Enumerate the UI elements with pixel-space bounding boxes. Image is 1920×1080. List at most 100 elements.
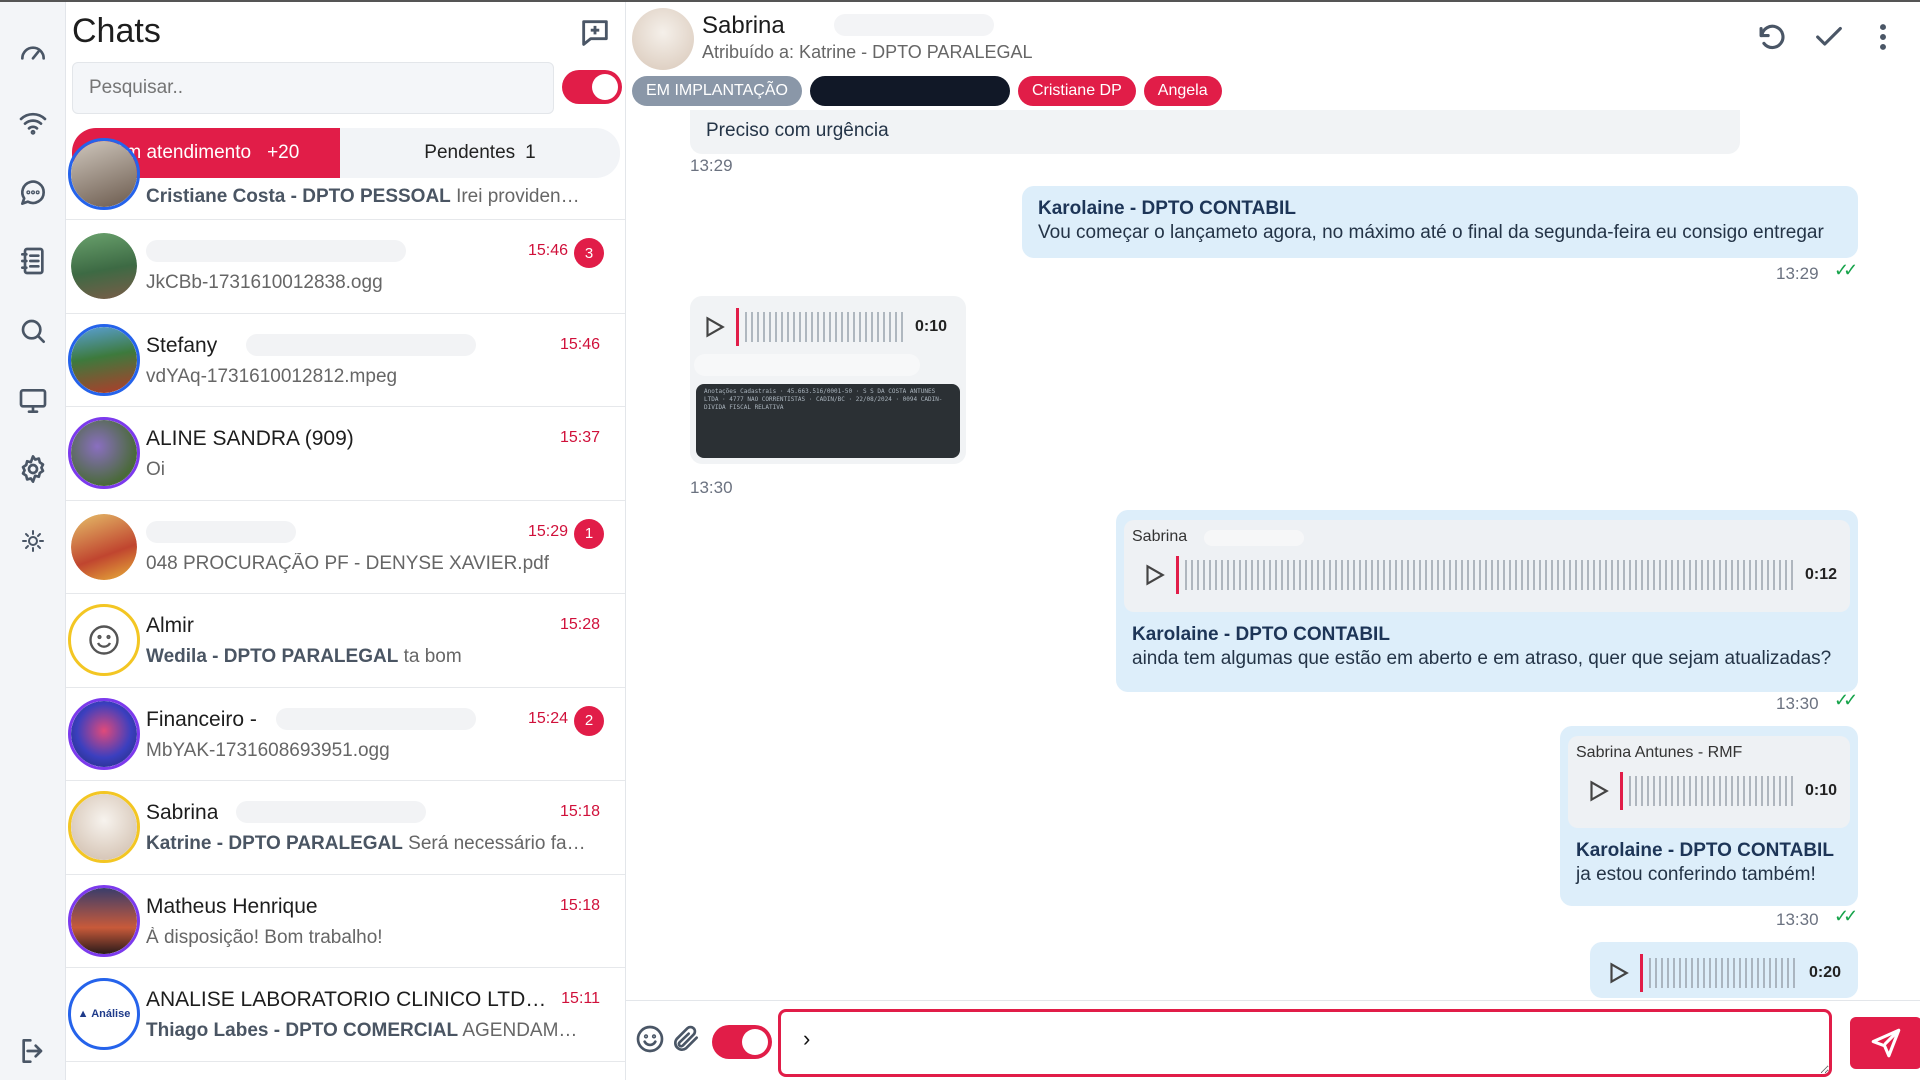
quoted-sender-redacted bbox=[1204, 530, 1304, 546]
chat-list-item[interactable]: Almir Wedila - DPTO PARALEGAL ta bom 15:… bbox=[66, 594, 625, 688]
chat-list-item[interactable]: Sabrina Katrine - DPTO PARALEGAL Será ne… bbox=[66, 781, 625, 875]
message-sender: Karolaine - DPTO CONTABIL bbox=[1132, 624, 1390, 645]
message-sender: Karolaine - DPTO CONTABIL bbox=[1038, 198, 1296, 219]
read-receipt-icon: ✓✓ bbox=[1834, 690, 1858, 710]
chat-list-item[interactable]: 048 PROCURAÇÃO PF - DENYSE XAVIER.pdf 15… bbox=[66, 501, 625, 594]
avatar bbox=[68, 884, 140, 957]
incoming-message: Preciso com urgência bbox=[690, 110, 1740, 154]
tag-cristiane-dp[interactable]: Cristiane DP bbox=[1017, 76, 1136, 106]
play-button[interactable] bbox=[700, 313, 728, 341]
avatar bbox=[68, 697, 140, 770]
attach-button[interactable] bbox=[670, 1023, 710, 1063]
emoji-button[interactable] bbox=[634, 1023, 674, 1063]
chat-time: 15:24 bbox=[527, 709, 568, 727]
audio-scrubber[interactable] bbox=[1176, 556, 1179, 594]
chat-list-item[interactable]: ▲ Análise ANALISE LABORATORIO CLINICO LT… bbox=[66, 968, 625, 1062]
audio-duration: 0:12 bbox=[1805, 566, 1838, 583]
chat-preview: À disposição! Bom trabalho! bbox=[146, 926, 383, 948]
document-image[interactable]: Anotações Cadastrais · 45.663.516/0001-5… bbox=[696, 384, 960, 458]
play-button[interactable] bbox=[1140, 561, 1168, 589]
chat-list-item[interactable]: Matheus Henrique À disposição! Bom traba… bbox=[66, 875, 625, 968]
chat-list-items: Cristiane Costa - DPTO PESSOAL Irei prov… bbox=[66, 138, 625, 1062]
play-icon bbox=[1610, 962, 1629, 984]
message-time: 13:29 bbox=[1776, 264, 1819, 283]
smiley-placeholder-icon bbox=[89, 625, 119, 655]
outgoing-reply-message: Sabrina Antunes - RMF 0:10 Karolaine - D… bbox=[1560, 726, 1858, 906]
message-composer: › bbox=[626, 1000, 1920, 1080]
avatar bbox=[68, 604, 140, 676]
chat-list-title: Chats bbox=[72, 12, 161, 50]
search-icon[interactable] bbox=[14, 312, 52, 350]
chat-preview: Thiago Labes - DPTO COMERCIAL AGENDAMENT… bbox=[146, 1020, 586, 1041]
resolve-button[interactable] bbox=[1812, 20, 1852, 60]
audio-scrubber[interactable] bbox=[1640, 954, 1643, 992]
quoted-message[interactable]: Sabrina 0:12 bbox=[1124, 520, 1850, 612]
quoted-sender: Sabrina bbox=[1132, 528, 1188, 545]
chat-name-redacted bbox=[246, 333, 476, 356]
dashboard-icon[interactable] bbox=[14, 34, 52, 72]
chat-time: 15:18 bbox=[559, 896, 600, 914]
more-options-button[interactable] bbox=[1866, 20, 1906, 60]
play-icon bbox=[706, 316, 725, 338]
settings-gear-icon[interactable] bbox=[14, 450, 52, 488]
play-button[interactable] bbox=[1584, 777, 1612, 805]
quoted-message[interactable]: Sabrina Antunes - RMF 0:10 bbox=[1568, 736, 1850, 828]
send-button[interactable] bbox=[1850, 1017, 1920, 1069]
signature-toggle[interactable] bbox=[712, 1025, 772, 1059]
audio-scrubber[interactable] bbox=[736, 308, 739, 346]
wifi-icon[interactable] bbox=[14, 104, 52, 142]
audio-player[interactable]: 0:20 bbox=[1604, 954, 1841, 992]
chat-preview: Wedila - DPTO PARALEGAL ta bom bbox=[146, 646, 462, 667]
tag-list: EM IMPLANTAÇÃO Cristiane DP Angela bbox=[632, 76, 1222, 106]
message-text: Vou começar o lançameto agora, no máximo… bbox=[1038, 222, 1824, 243]
new-chat-button[interactable] bbox=[578, 16, 614, 50]
chat-time: 15:11 bbox=[561, 990, 600, 1007]
monitor-icon[interactable] bbox=[14, 382, 52, 420]
chat-name-redacted bbox=[276, 707, 476, 730]
audio-duration: 0:20 bbox=[1809, 964, 1842, 981]
chat-time: 15:18 bbox=[559, 803, 600, 820]
audio-duration: 0:10 bbox=[1805, 782, 1838, 799]
avatar bbox=[68, 791, 140, 863]
chat-time: 15:46 bbox=[559, 335, 600, 353]
sun-theme-icon[interactable] bbox=[14, 522, 52, 560]
message-time: 13:30 bbox=[1776, 910, 1819, 929]
chat-preview: Katrine - DPTO PARALEGAL Será necessário… bbox=[146, 833, 586, 854]
queue-toggle[interactable] bbox=[562, 70, 622, 104]
tag-em-implantacao[interactable]: EM IMPLANTAÇÃO bbox=[632, 76, 802, 106]
chat-list-item[interactable]: Cristiane Costa - DPTO PESSOAL Irei prov… bbox=[66, 138, 625, 220]
chat-list-item[interactable]: ALINE SANDRA (909) Oi 15:37 bbox=[66, 407, 625, 501]
chat-list-item[interactable]: JkCBb-1731610012838.ogg 15:46 3 bbox=[66, 220, 625, 314]
chat-list-item[interactable]: Financeiro - MbYAK-1731608693951.ogg 15:… bbox=[66, 688, 625, 781]
chat-bubble-icon[interactable] bbox=[14, 174, 52, 212]
quoted-audio-player[interactable]: 0:10 bbox=[1584, 772, 1837, 810]
chat-list-item[interactable]: Stefany vdYAq-1731610012812.mpeg 15:46 bbox=[66, 314, 625, 407]
contact-avatar[interactable] bbox=[632, 8, 694, 70]
avatar bbox=[68, 510, 140, 583]
contacts-book-icon[interactable] bbox=[14, 242, 52, 280]
chat-name-redacted bbox=[146, 520, 296, 543]
search-input[interactable] bbox=[72, 62, 554, 114]
return-to-queue-button[interactable] bbox=[1754, 20, 1794, 60]
avatar bbox=[68, 230, 140, 302]
audio-scrubber[interactable] bbox=[1620, 772, 1623, 810]
avatar bbox=[68, 417, 140, 489]
play-button[interactable] bbox=[1604, 959, 1632, 987]
emoji-icon bbox=[636, 1025, 664, 1053]
message-text: ainda tem algumas que estão em aberto e … bbox=[1132, 648, 1832, 669]
outgoing-message: Karolaine - DPTO CONTABIL Vou começar o … bbox=[1022, 186, 1858, 258]
message-input[interactable]: › bbox=[778, 1009, 1832, 1077]
more-vertical-icon bbox=[1880, 24, 1886, 50]
analise-logo: ▲ Análise bbox=[77, 1008, 131, 1020]
outgoing-audio-message: 0:20 bbox=[1590, 942, 1858, 998]
chat-time: 15:29 bbox=[527, 522, 568, 540]
logout-icon[interactable] bbox=[14, 1032, 52, 1070]
quoted-audio-player[interactable]: 0:12 bbox=[1140, 556, 1837, 594]
chat-time: 15:37 bbox=[559, 429, 600, 446]
play-icon bbox=[1146, 564, 1165, 586]
send-icon bbox=[1871, 1028, 1901, 1058]
tag-redacted[interactable] bbox=[809, 76, 1010, 106]
message-time: 13:30 bbox=[690, 478, 733, 497]
tag-angela[interactable]: Angela bbox=[1143, 76, 1222, 106]
audio-player[interactable]: 0:10 bbox=[700, 308, 947, 346]
